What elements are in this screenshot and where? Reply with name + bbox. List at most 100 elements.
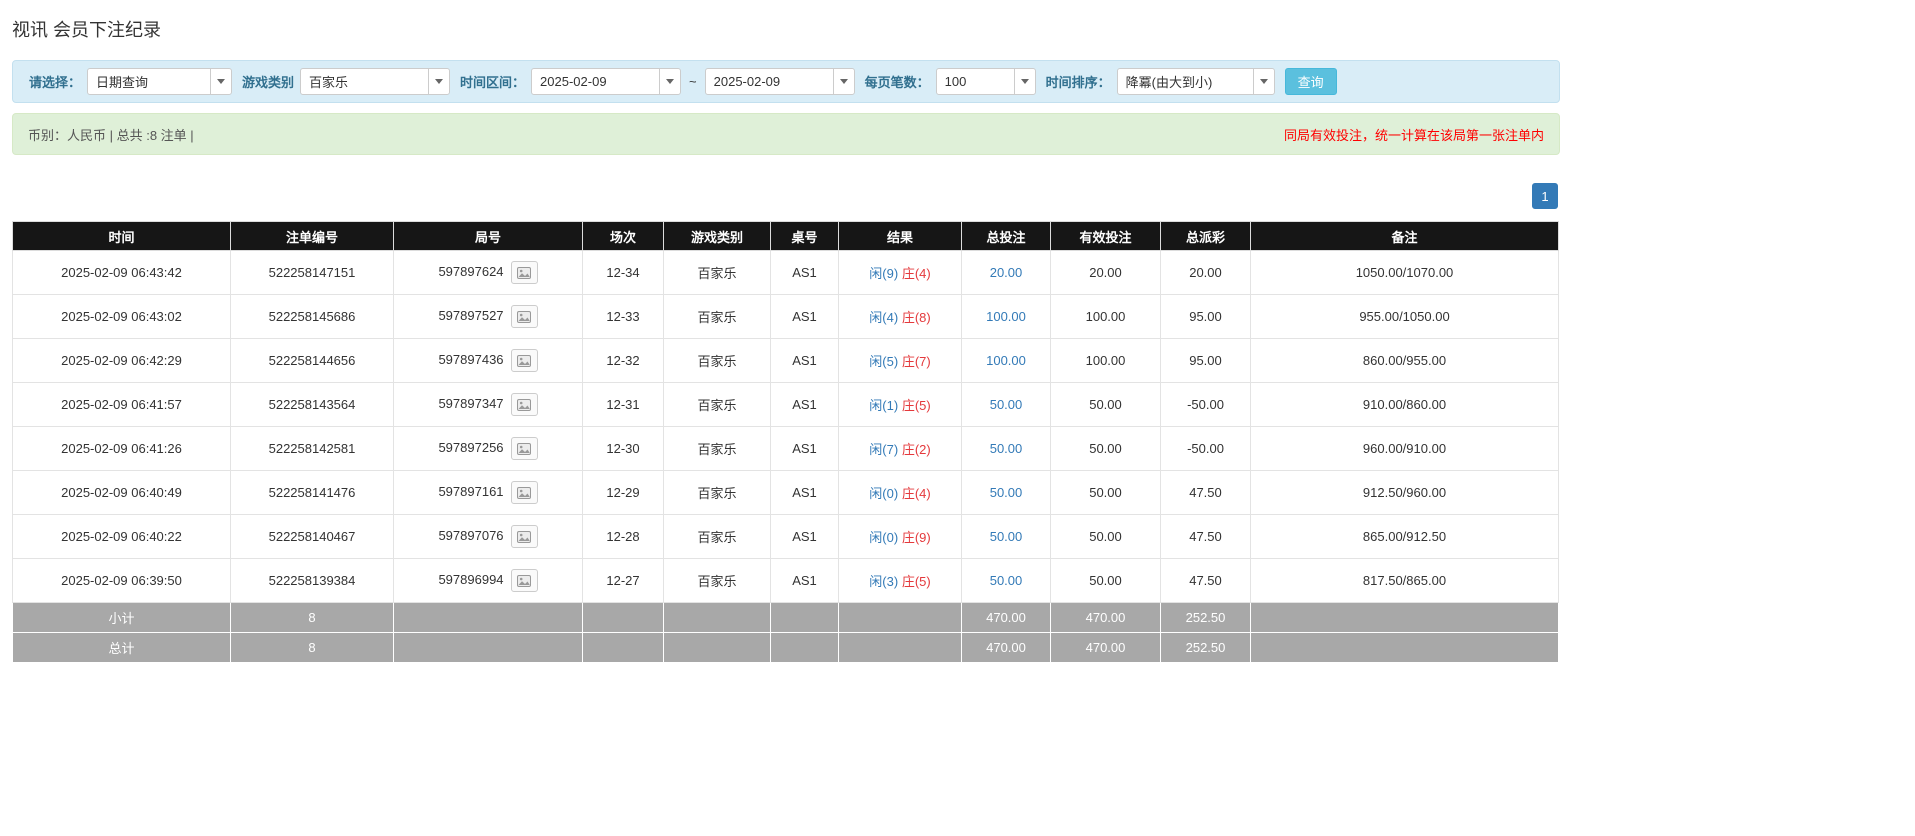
col-header-game-type: 游戏类别 (664, 222, 771, 251)
cell-round-id: 597897527 (394, 295, 583, 339)
cell-total-bet: 50.00 (962, 383, 1051, 427)
cell-session: 12-34 (583, 251, 664, 295)
cell-remark: 860.00/955.00 (1251, 339, 1559, 383)
footer-empty-cell (839, 633, 962, 663)
footer-empty-cell (664, 603, 771, 633)
cell-payout: -50.00 (1161, 427, 1251, 471)
total-bet-link[interactable]: 50.00 (990, 529, 1023, 544)
footer-count: 8 (231, 603, 394, 633)
game-result-icon[interactable] (511, 393, 538, 416)
cell-session: 12-33 (583, 295, 664, 339)
cell-remark: 817.50/865.00 (1251, 559, 1559, 603)
footer-valid-bet: 470.00 (1051, 633, 1161, 663)
page-container: 视讯 会员下注纪录 请选择： 日期查询 游戏类别 百家乐 时间区间： 2025-… (12, 0, 1560, 663)
game-result-icon[interactable] (511, 305, 538, 328)
cell-time: 2025-02-09 06:40:49 (13, 471, 231, 515)
cell-result: 闲(9) 庄(4) (839, 251, 962, 295)
footer-total-bet: 470.00 (962, 633, 1051, 663)
cell-payout: 47.50 (1161, 559, 1251, 603)
cell-session: 12-31 (583, 383, 664, 427)
game-result-icon[interactable] (511, 525, 538, 548)
result-player: 闲(0) (869, 530, 898, 545)
table-header-row: 时间 注单编号 局号 场次 游戏类别 桌号 结果 总投注 有效投注 总派彩 备注 (13, 222, 1559, 251)
cell-game-type: 百家乐 (664, 339, 771, 383)
cell-bet-id: 522258139384 (231, 559, 394, 603)
cell-valid-bet: 50.00 (1051, 427, 1161, 471)
query-type-value: 日期查询 (88, 69, 210, 94)
col-header-time: 时间 (13, 222, 231, 251)
chevron-down-icon[interactable] (833, 69, 854, 94)
table-row: 2025-02-09 06:43:02522258145686597897527… (13, 295, 1559, 339)
cell-valid-bet: 50.00 (1051, 383, 1161, 427)
game-result-icon[interactable] (511, 569, 538, 592)
cell-game-type: 百家乐 (664, 559, 771, 603)
cell-valid-bet: 100.00 (1051, 295, 1161, 339)
query-type-select[interactable]: 日期查询 (87, 68, 232, 95)
cell-table-id: AS1 (771, 427, 839, 471)
sort-order-select[interactable]: 降冪(由大到小) (1117, 68, 1275, 95)
total-bet-link[interactable]: 100.00 (986, 309, 1026, 324)
col-header-table-id: 桌号 (771, 222, 839, 251)
chevron-down-icon[interactable] (428, 69, 449, 94)
date-to-select[interactable]: 2025-02-09 (705, 68, 855, 95)
page-size-select[interactable]: 100 (936, 68, 1036, 95)
table-row: 2025-02-09 06:39:50522258139384597896994… (13, 559, 1559, 603)
cell-session: 12-32 (583, 339, 664, 383)
cell-game-type: 百家乐 (664, 471, 771, 515)
cell-result: 闲(1) 庄(5) (839, 383, 962, 427)
cell-bet-id: 522258144656 (231, 339, 394, 383)
footer-total-bet: 470.00 (962, 603, 1051, 633)
result-banker: 庄(4) (902, 266, 931, 281)
footer-count: 8 (231, 633, 394, 663)
result-banker: 庄(7) (902, 354, 931, 369)
bet-records-table: 时间 注单编号 局号 场次 游戏类别 桌号 结果 总投注 有效投注 总派彩 备注… (12, 221, 1559, 663)
page-button-1[interactable]: 1 (1532, 183, 1558, 209)
date-to-value: 2025-02-09 (706, 69, 833, 94)
cell-round-id: 597897624 (394, 251, 583, 295)
total-bet-link[interactable]: 50.00 (990, 485, 1023, 500)
total-bet-link[interactable]: 50.00 (990, 441, 1023, 456)
col-header-bet-id: 注单编号 (231, 222, 394, 251)
table-footer-row: 小计8470.00470.00252.50 (13, 603, 1559, 633)
cell-remark: 912.50/960.00 (1251, 471, 1559, 515)
cell-valid-bet: 50.00 (1051, 471, 1161, 515)
game-result-icon[interactable] (511, 261, 538, 284)
total-bet-link[interactable]: 20.00 (990, 265, 1023, 280)
footer-empty-cell (771, 603, 839, 633)
chevron-down-icon[interactable] (659, 69, 680, 94)
page-size-value: 100 (937, 69, 1014, 94)
total-bet-link[interactable]: 50.00 (990, 397, 1023, 412)
game-result-icon[interactable] (511, 481, 538, 504)
game-result-icon[interactable] (511, 349, 538, 372)
result-player: 闲(4) (869, 310, 898, 325)
cell-round-id: 597897436 (394, 339, 583, 383)
search-button[interactable]: 查询 (1285, 68, 1337, 95)
page-title: 视讯 会员下注纪录 (12, 16, 1560, 42)
footer-label: 小计 (13, 603, 231, 633)
cell-time: 2025-02-09 06:41:57 (13, 383, 231, 427)
chevron-down-icon[interactable] (1014, 69, 1035, 94)
cell-round-id: 597896994 (394, 559, 583, 603)
game-type-select[interactable]: 百家乐 (300, 68, 450, 95)
cell-payout: -50.00 (1161, 383, 1251, 427)
cell-remark: 955.00/1050.00 (1251, 295, 1559, 339)
cell-valid-bet: 20.00 (1051, 251, 1161, 295)
chevron-down-icon[interactable] (1253, 69, 1274, 94)
cell-session: 12-28 (583, 515, 664, 559)
date-from-select[interactable]: 2025-02-09 (531, 68, 681, 95)
result-player: 闲(5) (869, 354, 898, 369)
cell-bet-id: 522258147151 (231, 251, 394, 295)
footer-empty-cell (1251, 633, 1559, 663)
cell-round-id: 597897347 (394, 383, 583, 427)
cell-result: 闲(0) 庄(9) (839, 515, 962, 559)
game-result-icon[interactable] (511, 437, 538, 460)
cell-game-type: 百家乐 (664, 427, 771, 471)
chevron-down-icon[interactable] (210, 69, 231, 94)
cell-payout: 95.00 (1161, 295, 1251, 339)
table-row: 2025-02-09 06:40:22522258140467597897076… (13, 515, 1559, 559)
cell-session: 12-27 (583, 559, 664, 603)
total-bet-link[interactable]: 100.00 (986, 353, 1026, 368)
total-bet-link[interactable]: 50.00 (990, 573, 1023, 588)
cell-round-id: 597897256 (394, 427, 583, 471)
cell-time: 2025-02-09 06:39:50 (13, 559, 231, 603)
